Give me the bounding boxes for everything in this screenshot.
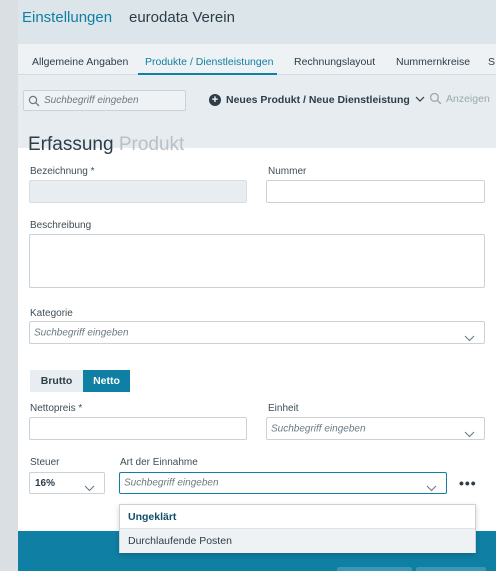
steuer-label: Steuer <box>30 457 60 468</box>
search-box[interactable] <box>23 90 186 111</box>
einheit-placeholder: Suchbegriff eingeben <box>271 423 366 434</box>
einheit-select[interactable]: Suchbegriff eingeben <box>266 417 485 440</box>
search-input[interactable] <box>44 93 182 108</box>
more-options-icon[interactable]: ••• <box>459 475 477 491</box>
chevron-down-icon <box>84 479 95 497</box>
footer-secondary-button[interactable] <box>337 567 412 571</box>
tab-nummernkreise[interactable]: Nummernkreise <box>396 56 470 68</box>
tab-more[interactable]: S <box>488 56 495 68</box>
header-bar: Einstellungen eurodata Verein <box>18 0 496 44</box>
form-title-sub: Produkt <box>118 134 185 155</box>
beschreibung-textarea[interactable] <box>29 234 485 288</box>
show-button-label: Anzeigen <box>446 92 490 105</box>
nummer-label: Nummer <box>268 166 307 177</box>
new-product-label: Neues Produkt / Neue Dienstleistung <box>226 94 410 106</box>
organization-name: eurodata Verein <box>129 9 235 26</box>
tab-allgemeine-angaben[interactable]: Allgemeine Angaben <box>32 56 128 68</box>
kategorie-select[interactable]: Suchbegriff eingeben <box>29 321 485 344</box>
art-der-einnahme-label: Art der Einnahme <box>120 457 198 468</box>
form-title: Erfassung Produkt <box>28 134 184 156</box>
bezeichnung-label: Bezeichnung * <box>30 166 95 177</box>
nummer-field[interactable] <box>266 180 485 203</box>
einheit-label: Einheit <box>268 403 299 414</box>
chevron-down-icon <box>415 94 425 106</box>
footer-primary-button[interactable] <box>416 567 486 571</box>
chevron-down-icon <box>464 425 475 443</box>
steuer-select[interactable]: 16% <box>29 472 105 494</box>
app-window: Einstellungen eurodata Verein Allgemeine… <box>18 0 496 571</box>
tab-produkte-dienstleistungen[interactable]: Produkte / Dienstleistungen <box>145 56 273 68</box>
art-der-einnahme-dropdown: Ungeklärt Durchlaufende Posten <box>119 504 476 553</box>
tab-bar: Allgemeine Angaben Produkte / Dienstleis… <box>18 44 496 75</box>
art-der-einnahme-select[interactable]: Suchbegriff eingeben <box>119 472 447 494</box>
bezeichnung-field[interactable] <box>29 180 247 203</box>
steuer-value: 16% <box>35 478 56 489</box>
tab-rechnungslayout[interactable]: Rechnungslayout <box>294 56 375 68</box>
art-der-einnahme-placeholder: Suchbegriff eingeben <box>124 477 219 489</box>
nettopreis-field[interactable] <box>29 417 247 440</box>
plus-circle-icon: + <box>209 94 221 106</box>
new-product-button[interactable]: + Neues Produkt / Neue Dienstleistung <box>209 92 425 108</box>
search-icon <box>28 94 40 112</box>
form-title-main: Erfassung <box>28 134 114 155</box>
search-icon <box>429 92 442 105</box>
netto-option[interactable]: Netto <box>83 370 130 392</box>
kategorie-placeholder: Suchbegriff eingeben <box>34 327 129 338</box>
dropdown-option-ungeklaert[interactable]: Ungeklärt <box>120 505 475 529</box>
dropdown-option-durchlaufende-posten[interactable]: Durchlaufende Posten <box>120 529 475 553</box>
chevron-down-icon <box>464 329 475 347</box>
kategorie-label: Kategorie <box>30 308 73 319</box>
show-button[interactable]: Anzeigen <box>429 92 490 105</box>
chevron-down-icon <box>426 479 437 497</box>
price-mode-toggle: Brutto Netto <box>30 370 130 392</box>
active-tab-indicator <box>138 73 277 75</box>
beschreibung-label: Beschreibung <box>30 220 92 231</box>
app-title: Einstellungen <box>22 9 113 26</box>
brutto-option[interactable]: Brutto <box>30 370 83 392</box>
nettopreis-label: Nettopreis * <box>30 403 83 414</box>
